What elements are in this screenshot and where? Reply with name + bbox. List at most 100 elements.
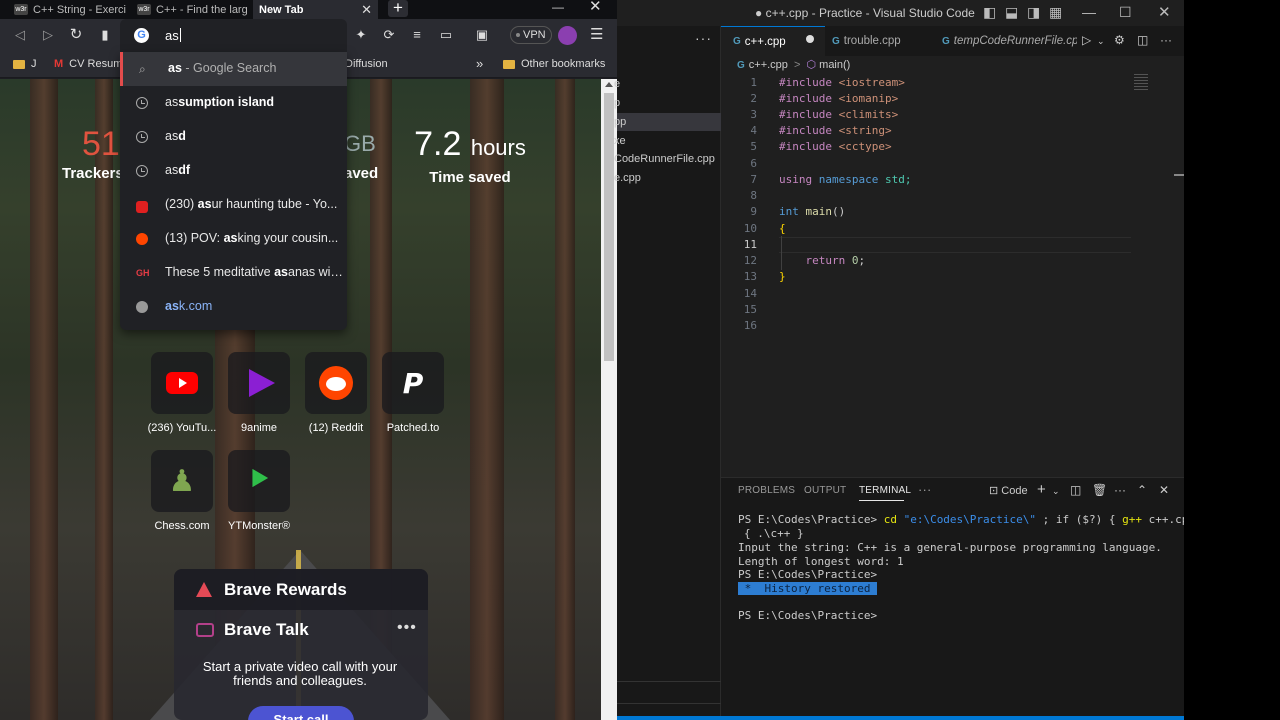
browser-tab-new-tab[interactable]: New Tab ✕ [253, 0, 378, 19]
tile-ytmonster-label: YTMonster® [228, 520, 290, 532]
terminal-prompt[interactable]: PS E:\Codes\Practice> [738, 609, 877, 622]
tile-9anime[interactable] [228, 352, 290, 414]
chevron-down-icon[interactable]: ⌄ [1052, 486, 1060, 497]
browser-tab-cpp-find[interactable]: w3r C++ - Find the larg [137, 0, 249, 19]
suggestion-meditative-asanas[interactable]: GH These 5 meditative asanas wil... [120, 256, 347, 290]
tab-output[interactable]: OUTPUT [804, 485, 846, 496]
code-line: #include <cctype> [779, 140, 892, 153]
tile-chess-label: Chess.com [154, 520, 210, 532]
chevron-down-icon[interactable]: ⌄ [1097, 36, 1105, 47]
unsaved-dot-icon[interactable] [806, 35, 814, 43]
wallet-icon[interactable]: ▣ [474, 27, 490, 43]
suggestion-history-2[interactable]: asd [120, 120, 347, 154]
more-options-icon[interactable]: ••• [397, 619, 417, 637]
tile-patched-label: Patched.to [386, 422, 440, 434]
breadcrumb-file[interactable]: c++.cpp [749, 59, 788, 71]
scrollbar-thumb[interactable] [604, 93, 614, 361]
suggestion-youtube[interactable]: (230) asur haunting tube - Yo... [120, 188, 347, 222]
tab-label: C++ String - Exerci [33, 3, 126, 16]
tab-problems[interactable]: PROBLEMS [738, 485, 795, 496]
explorer-item[interactable]: p [614, 97, 620, 109]
current-line-highlight [779, 237, 1131, 253]
reload-icon[interactable]: ↻ [68, 27, 84, 43]
editor-tab-trouble[interactable]: Gtrouble.cpp [832, 26, 932, 56]
extensions-icon[interactable]: ✦ [353, 27, 369, 43]
toggle-sidebar-icon[interactable]: ◧ [983, 4, 996, 21]
split-editor-icon[interactable]: ◫ [1137, 33, 1148, 47]
more-actions-icon[interactable]: ··· [1114, 483, 1126, 497]
forward-icon[interactable]: ▷ [40, 27, 56, 43]
split-terminal-icon[interactable]: ◫ [1070, 483, 1081, 497]
maximize-panel-icon[interactable]: ⌃ [1137, 483, 1147, 497]
sync-icon[interactable]: ⟳ [381, 27, 397, 43]
brave-talk-title: Brave Talk [224, 620, 309, 639]
sidebar-icon[interactable]: ▭ [438, 27, 454, 43]
close-icon[interactable]: ✕ [361, 2, 372, 18]
tile-reddit[interactable] [305, 352, 367, 414]
tab-terminal[interactable]: TERMINAL [859, 485, 911, 496]
window-close-icon[interactable]: ✕ [589, 0, 602, 15]
tile-reddit-label: (12) Reddit [308, 422, 364, 434]
run-icon[interactable]: ▷ [1082, 33, 1091, 47]
minimize-icon[interactable]: — [1082, 4, 1096, 20]
suggestion-reddit[interactable]: (13) POV: asking your cousin... [120, 222, 347, 256]
maximize-icon[interactable]: ☐ [1119, 4, 1132, 21]
explorer-item[interactable]: xe [614, 135, 626, 147]
tab-label: C++ - Find the larg [156, 3, 248, 16]
suggestion-history-1[interactable]: assumption island [120, 86, 347, 120]
code-line: } [779, 270, 786, 283]
customize-layout-icon[interactable]: ▦ [1049, 4, 1062, 21]
address-bar[interactable] [120, 19, 347, 52]
bookmark-folder-j[interactable]: J [13, 58, 37, 70]
gh-icon: GH [136, 268, 150, 278]
code-line: return 0; [805, 254, 866, 267]
minimize-icon[interactable]: — [552, 0, 566, 14]
tile-youtube[interactable] [151, 352, 213, 414]
suggestion-google-search[interactable]: ⌕ as - Google Search [120, 52, 347, 86]
new-tab-button[interactable]: + [388, 0, 408, 17]
toggle-panel-icon[interactable]: ⬓ [1005, 4, 1018, 21]
settings-gear-icon[interactable]: ⚙ [1114, 33, 1125, 47]
explorer-item[interactable]: CodeRunnerFile.cpp [614, 153, 715, 165]
new-terminal-icon[interactable]: + [1037, 481, 1046, 498]
toggle-secondary-sidebar-icon[interactable]: ◨ [1027, 4, 1040, 21]
suggestion-history-3[interactable]: asdf [120, 154, 347, 188]
window-close-icon[interactable]: ✕ [1158, 3, 1171, 21]
profile-avatar[interactable] [558, 26, 577, 45]
panel-more-icon[interactable]: ··· [918, 482, 932, 497]
playlist-icon[interactable]: ≡ [409, 27, 425, 43]
menu-icon[interactable]: ☰ [590, 25, 603, 43]
start-call-button[interactable]: Start call [248, 706, 354, 720]
line-number: 13 [743, 270, 757, 283]
bookmark-cv-resume[interactable]: M CV Resum [54, 58, 122, 70]
reddit-icon [319, 366, 353, 400]
address-input[interactable]: as [165, 28, 181, 43]
close-panel-icon[interactable]: ✕ [1159, 483, 1169, 497]
line-number: 12 [743, 254, 757, 267]
bookmark-other[interactable]: Other bookmarks [503, 58, 605, 70]
scroll-up-icon[interactable] [605, 82, 613, 87]
vpn-button[interactable]: VPN [510, 26, 552, 44]
browser-tab-cpp-string[interactable]: w3r C++ String - Exerci [14, 0, 126, 19]
stat-bandwidth: GB aved [344, 131, 379, 182]
bookmark-diffusion[interactable]: Diffusion [345, 58, 388, 70]
tile-ytmonster[interactable]: ⯈ [228, 450, 290, 512]
suggestion-ask-com[interactable]: ask.com [120, 290, 347, 324]
back-icon[interactable]: ◁ [12, 27, 28, 43]
tile-chess[interactable]: ♟ [151, 450, 213, 512]
explorer-item[interactable]: pp [614, 116, 626, 128]
bookmarks-overflow-button[interactable]: » [476, 56, 483, 71]
reddit-icon [136, 233, 148, 245]
more-actions-icon[interactable]: ··· [1160, 33, 1172, 47]
explorer-item[interactable]: e.cpp [614, 172, 641, 184]
trash-icon[interactable]: 🗑 [1092, 483, 1107, 497]
breadcrumb-symbol[interactable]: main() [819, 59, 850, 71]
google-icon: G [134, 28, 149, 43]
minimap[interactable] [1134, 74, 1148, 92]
terminal-selector[interactable]: ⊡ Code [989, 484, 1028, 497]
bookmark-icon[interactable]: ▮ [97, 27, 113, 43]
editor-tab-temp-runner[interactable]: GtempCodeRunnerFile.cpp [942, 26, 1077, 56]
tile-patched[interactable]: P [382, 352, 444, 414]
more-actions-icon[interactable]: ··· [695, 30, 712, 46]
explorer-item[interactable]: e [614, 78, 620, 90]
